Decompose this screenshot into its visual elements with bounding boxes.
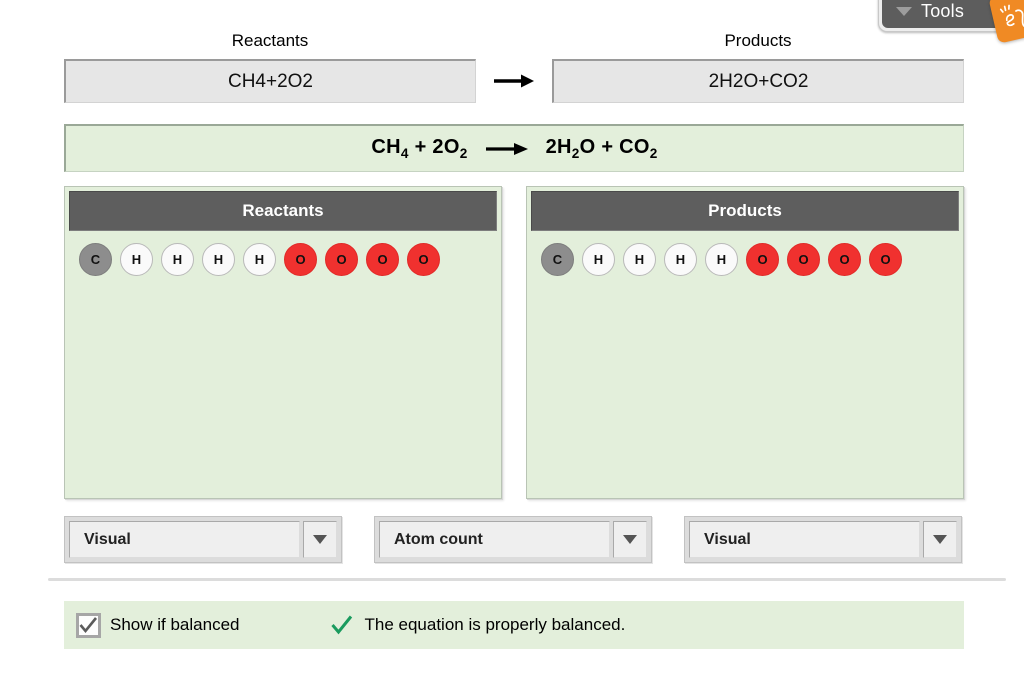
reactant-atom-oxygen-9[interactable]: O (407, 243, 440, 276)
product-atom-hydrogen-5[interactable]: H (705, 243, 738, 276)
reactants-panel-body[interactable]: CHHHHOOOO (69, 231, 497, 494)
reactant-atom-hydrogen-4[interactable]: H (202, 243, 235, 276)
product-atom-hydrogen-3[interactable]: H (623, 243, 656, 276)
products-view-dropdown[interactable]: Visual (684, 516, 962, 563)
product-atom-hydrogen-2[interactable]: H (582, 243, 615, 276)
reactant-atom-hydrogen-3[interactable]: H (161, 243, 194, 276)
equation-right-formula-1: 2H (545, 136, 572, 158)
reactant-atom-oxygen-8[interactable]: O (366, 243, 399, 276)
equation-left-plus: + 2O (408, 136, 460, 158)
reactants-formula-input[interactable]: CH4+2O2 (64, 59, 476, 103)
product-atom-carbon-1[interactable]: C (541, 243, 574, 276)
balance-status-text: The equation is properly balanced. (364, 615, 626, 634)
product-atom-oxygen-9[interactable]: O (869, 243, 902, 276)
equation-right-subscript-2: 2 (649, 146, 658, 161)
chevron-down-icon[interactable] (613, 521, 647, 558)
balance-status-message: The equation is properly balanced. (331, 615, 625, 635)
reactant-atom-hydrogen-2[interactable]: H (120, 243, 153, 276)
tools-label: Tools (921, 0, 965, 21)
products-column-label: Products (724, 31, 792, 50)
products-formula-input[interactable]: 2H2O+CO2 (552, 59, 964, 103)
equation-right-formula-2: O + CO (579, 136, 650, 158)
chevron-down-icon[interactable] (923, 521, 957, 558)
explorelearning-logo-icon[interactable] (988, 0, 1024, 44)
formatted-equation-display: CH4 + 2O2 2H2O + CO2 (64, 124, 964, 172)
equation-right-side: 2H2O + CO2 (546, 136, 658, 161)
reactants-panel-header: Reactants (69, 191, 497, 231)
reactant-atom-hydrogen-5[interactable]: H (243, 243, 276, 276)
product-atom-hydrogen-4[interactable]: H (664, 243, 697, 276)
equation-left-side: CH4 + 2O2 (371, 136, 467, 161)
checkmark-icon (79, 616, 98, 633)
tools-button[interactable]: Tools (882, 0, 1024, 44)
reactants-view-dropdown[interactable]: Visual (64, 516, 342, 563)
balance-status-bar: Show if balanced The equation is properl… (64, 601, 964, 649)
products-atom-panel: Products CHHHHOOOO (526, 186, 964, 499)
product-atom-oxygen-8[interactable]: O (828, 243, 861, 276)
equation-left-formula: CH (371, 136, 401, 158)
equation-left-subscript-2: 2 (459, 146, 468, 161)
reaction-arrow-icon (490, 68, 538, 94)
equation-arrow-icon (484, 140, 530, 158)
reactant-atom-oxygen-6[interactable]: O (284, 243, 317, 276)
reactants-column-label: Reactants (231, 31, 309, 50)
products-panel-header: Products (531, 191, 959, 231)
products-panel-body[interactable]: CHHHHOOOO (531, 231, 959, 494)
display-mode-dropdown[interactable]: Atom count (374, 516, 652, 563)
show-if-balanced-checkbox[interactable] (76, 612, 101, 638)
show-if-balanced-label: Show if balanced (110, 615, 240, 634)
tools-widget[interactable]: Tools (878, 0, 1024, 44)
reactants-view-dropdown-value: Visual (69, 521, 300, 558)
chevron-down-icon (896, 6, 912, 16)
products-view-dropdown-value: Visual (689, 521, 920, 558)
reactant-atom-carbon-1[interactable]: C (79, 243, 112, 276)
equation-left-subscript-1: 4 (400, 146, 409, 161)
product-atom-oxygen-6[interactable]: O (746, 243, 779, 276)
reactants-atom-panel: Reactants CHHHHOOOO (64, 186, 502, 499)
display-mode-dropdown-value: Atom count (379, 521, 610, 558)
green-checkmark-icon (331, 615, 353, 635)
equation-right-subscript-1: 2 (571, 146, 580, 161)
section-divider (48, 578, 1006, 581)
products-atom-row: CHHHHOOOO (541, 243, 949, 276)
reactant-atom-oxygen-7[interactable]: O (325, 243, 358, 276)
chevron-down-icon[interactable] (303, 521, 337, 558)
reactants-atom-row: CHHHHOOOO (79, 243, 487, 276)
product-atom-oxygen-7[interactable]: O (787, 243, 820, 276)
